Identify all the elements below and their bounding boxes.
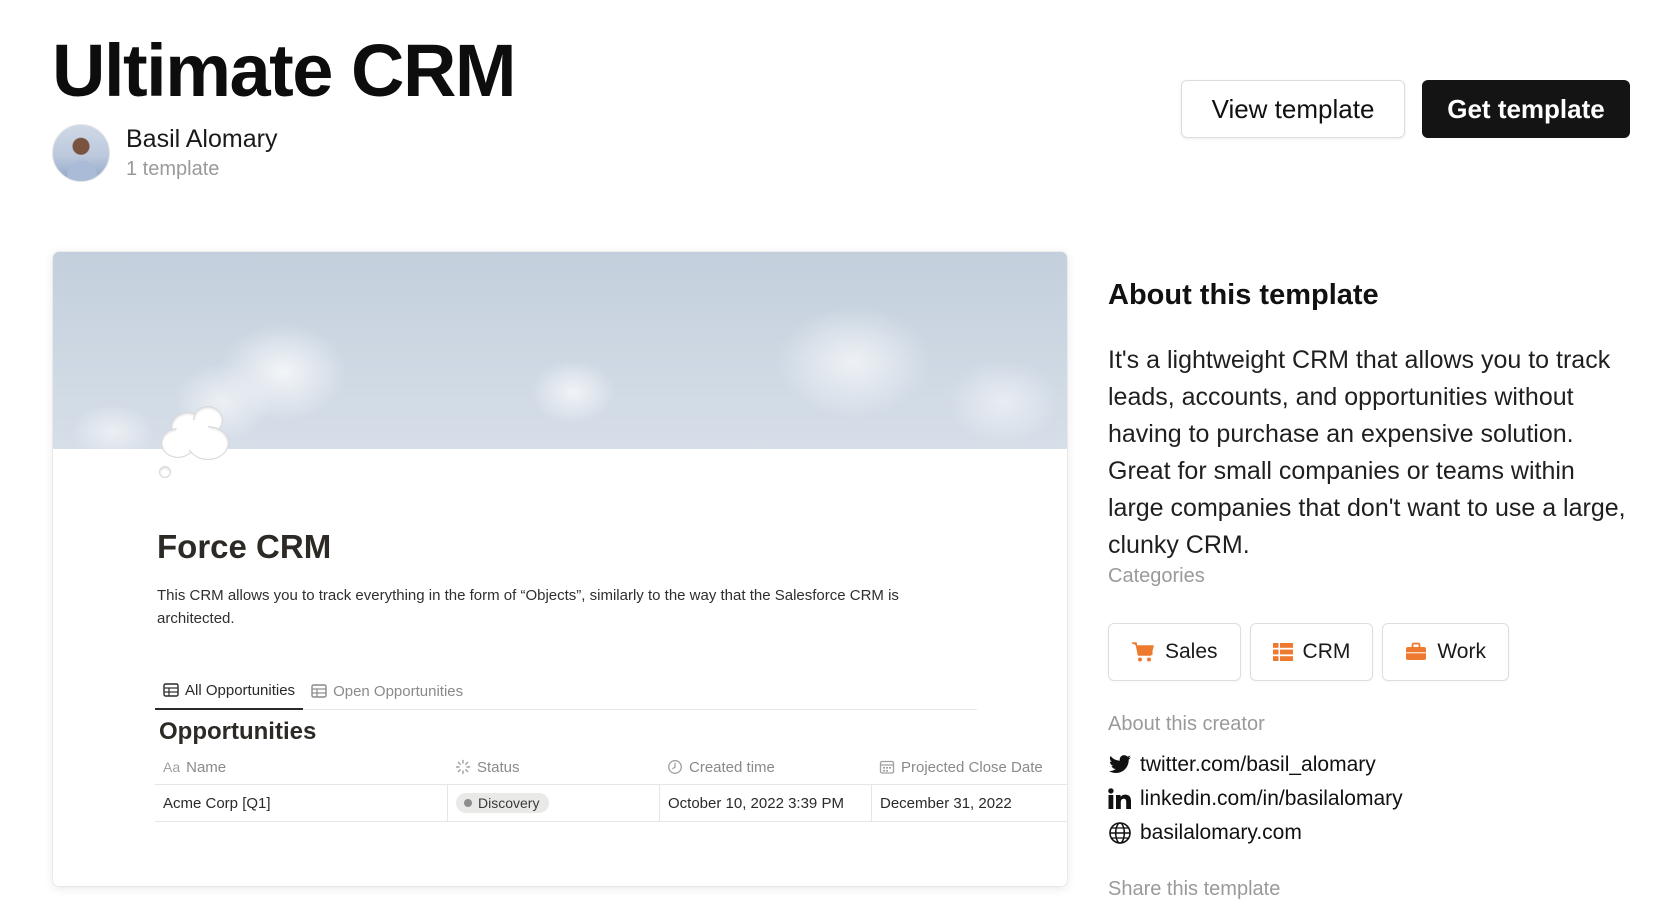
cell-close-date[interactable]: December 31, 2022 <box>871 785 1067 821</box>
about-description: It's a lightweight CRM that allows you t… <box>1108 346 1626 559</box>
document-description: This CRM allows you to track everything … <box>157 587 899 627</box>
grid-icon <box>1272 643 1293 661</box>
cell-name[interactable]: Acme Corp [Q1] <box>155 785 447 821</box>
table-icon <box>163 683 179 697</box>
view-tabs: All Opportunities Open Opportunities <box>155 672 977 710</box>
cell-created-time[interactable]: October 10, 2022 3:39 PM <box>659 785 871 821</box>
twitter-icon <box>1109 755 1131 774</box>
document-title: Force CRM <box>157 528 332 565</box>
status-icon <box>455 759 471 775</box>
creator-name[interactable]: Basil Alomary <box>126 125 277 154</box>
get-template-button[interactable]: Get template <box>1422 80 1630 138</box>
linkedin-icon <box>1108 788 1131 809</box>
template-preview[interactable]: Force CRM This CRM allows you to track e… <box>53 252 1067 886</box>
avatar[interactable] <box>52 124 110 182</box>
table-header: Aa Name Status Created time Projected Cl… <box>155 750 1067 784</box>
database-title: Opportunities <box>159 718 317 745</box>
calendar-icon <box>879 760 895 774</box>
tab-all-opportunities[interactable]: All Opportunities <box>155 672 304 710</box>
tab-label: Open Opportunities <box>333 682 464 700</box>
view-template-button[interactable]: View template <box>1181 80 1405 138</box>
cell-status[interactable]: Discovery <box>447 785 659 821</box>
website-link[interactable]: basilalomary.com <box>1108 816 1403 850</box>
category-sales[interactable]: Sales <box>1108 623 1241 681</box>
thought-cloud-icon <box>157 402 237 482</box>
opportunities-table: Aa Name Status Created time Projected Cl… <box>155 750 1067 822</box>
categories-label: Categories <box>1108 565 1205 587</box>
briefcase-icon <box>1406 642 1427 660</box>
column-header-close-date[interactable]: Projected Close Date <box>871 750 1067 784</box>
about-creator-label: About this creator <box>1108 713 1265 735</box>
globe-icon <box>1109 822 1131 844</box>
category-crm[interactable]: CRM <box>1249 623 1374 681</box>
category-work[interactable]: Work <box>1382 623 1509 681</box>
table-row[interactable]: Acme Corp [Q1] Discovery October 10, 202… <box>155 784 1067 822</box>
linkedin-link[interactable]: linkedin.com/in/basilalomary <box>1108 782 1403 816</box>
text-icon: Aa <box>163 759 181 775</box>
status-dot <box>464 799 472 807</box>
tab-label: All Opportunities <box>185 681 296 699</box>
share-label: Share this template <box>1108 878 1281 900</box>
page-title: Ultimate CRM <box>52 29 517 112</box>
categories-list: Sales CRM Work <box>1108 623 1509 681</box>
column-header-status[interactable]: Status <box>447 750 659 784</box>
tab-open-opportunities[interactable]: Open Opportunities <box>303 672 471 710</box>
creator-info: Basil Alomary 1 template <box>52 124 277 182</box>
status-badge: Discovery <box>456 793 550 813</box>
creator-links: twitter.com/basil_alomary linkedin.com/i… <box>1108 748 1403 850</box>
column-header-created-time[interactable]: Created time <box>659 750 871 784</box>
twitter-link[interactable]: twitter.com/basil_alomary <box>1108 748 1403 782</box>
shopping-cart-icon <box>1132 642 1154 662</box>
about-heading: About this template <box>1108 279 1379 311</box>
table-icon <box>311 684 327 698</box>
column-header-name[interactable]: Aa Name <box>155 750 447 784</box>
creator-template-count: 1 template <box>126 158 220 180</box>
clock-icon <box>668 760 682 774</box>
